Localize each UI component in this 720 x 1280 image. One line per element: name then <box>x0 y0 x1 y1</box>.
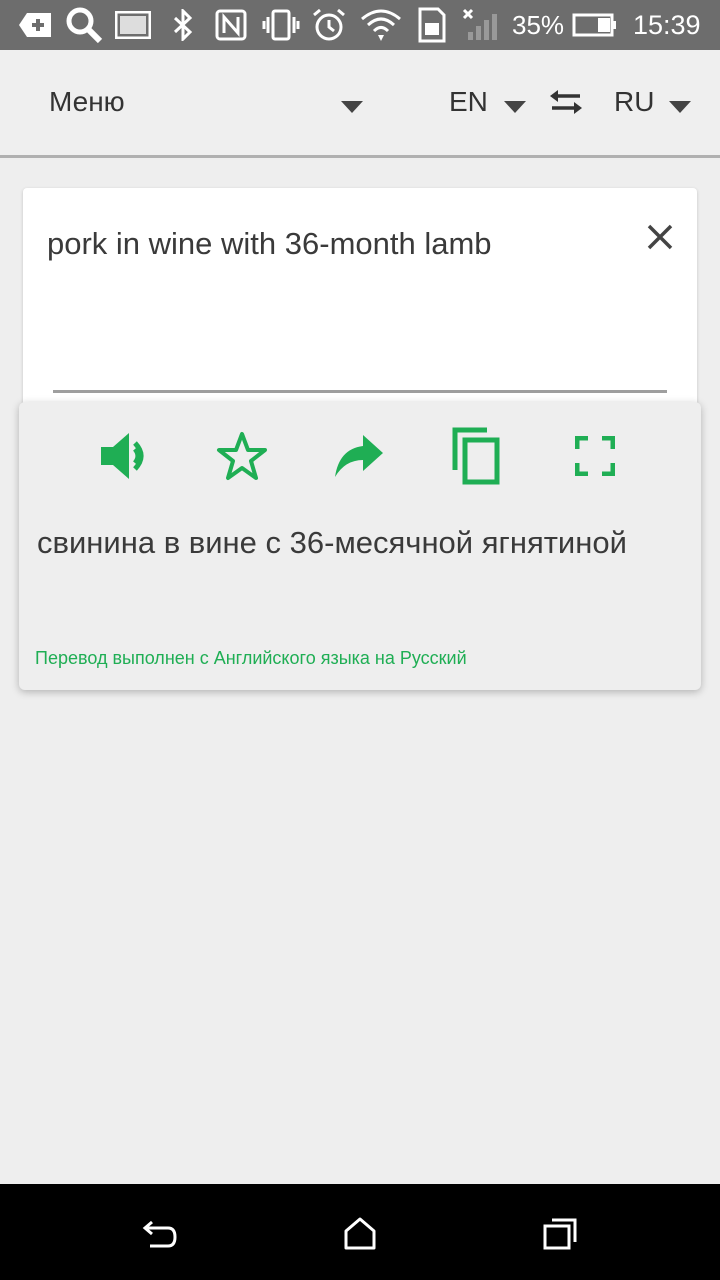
source-language-selector[interactable]: EN <box>449 86 488 118</box>
source-language-dropdown-icon[interactable] <box>504 100 526 118</box>
wifi-icon <box>360 0 402 50</box>
battery-icon <box>572 0 618 50</box>
menu-dropdown-icon[interactable] <box>341 100 363 118</box>
recent-apps-icon[interactable] <box>540 1214 580 1254</box>
bluetooth-icon <box>170 0 196 50</box>
fullscreen-icon[interactable] <box>567 427 623 485</box>
clock: 15:39 <box>633 10 701 40</box>
nfc-icon <box>214 0 248 50</box>
copy-icon[interactable] <box>448 427 504 485</box>
speaker-icon[interactable] <box>97 427 153 485</box>
swap-languages-icon[interactable] <box>548 88 584 121</box>
input-card: pork in wine with 36-month lamb <box>23 188 697 428</box>
star-icon[interactable] <box>214 427 270 485</box>
alarm-icon <box>310 0 348 50</box>
source-text-input[interactable]: pork in wine with 36-month lamb <box>47 226 492 262</box>
search-icon <box>64 0 104 50</box>
signal-icon <box>462 0 502 50</box>
close-icon[interactable] <box>647 224 673 255</box>
battery-percent: 35% <box>512 10 565 40</box>
home-icon[interactable] <box>340 1214 380 1254</box>
image-icon <box>114 0 152 50</box>
target-language-selector[interactable]: RU <box>614 86 654 118</box>
sim-icon <box>414 0 450 50</box>
vibrate-icon <box>262 0 300 50</box>
add-box-icon <box>18 0 54 50</box>
translation-text: свинина в вине с 36-месячной ягнятиной <box>37 525 627 560</box>
translation-card: свинина в вине с 36-месячной ягнятиной П… <box>19 402 701 690</box>
navigation-bar <box>0 1184 720 1280</box>
back-icon[interactable] <box>140 1214 180 1254</box>
translation-direction-note: Перевод выполнен с Английского языка на … <box>35 648 467 668</box>
menu-label[interactable]: Меню <box>49 86 125 118</box>
input-underline <box>53 390 667 393</box>
toolbar: Меню EN RU <box>0 50 720 158</box>
target-language-dropdown-icon[interactable] <box>669 100 691 118</box>
status-bar: 35% 15:39 <box>0 0 720 50</box>
share-icon[interactable] <box>331 427 387 485</box>
